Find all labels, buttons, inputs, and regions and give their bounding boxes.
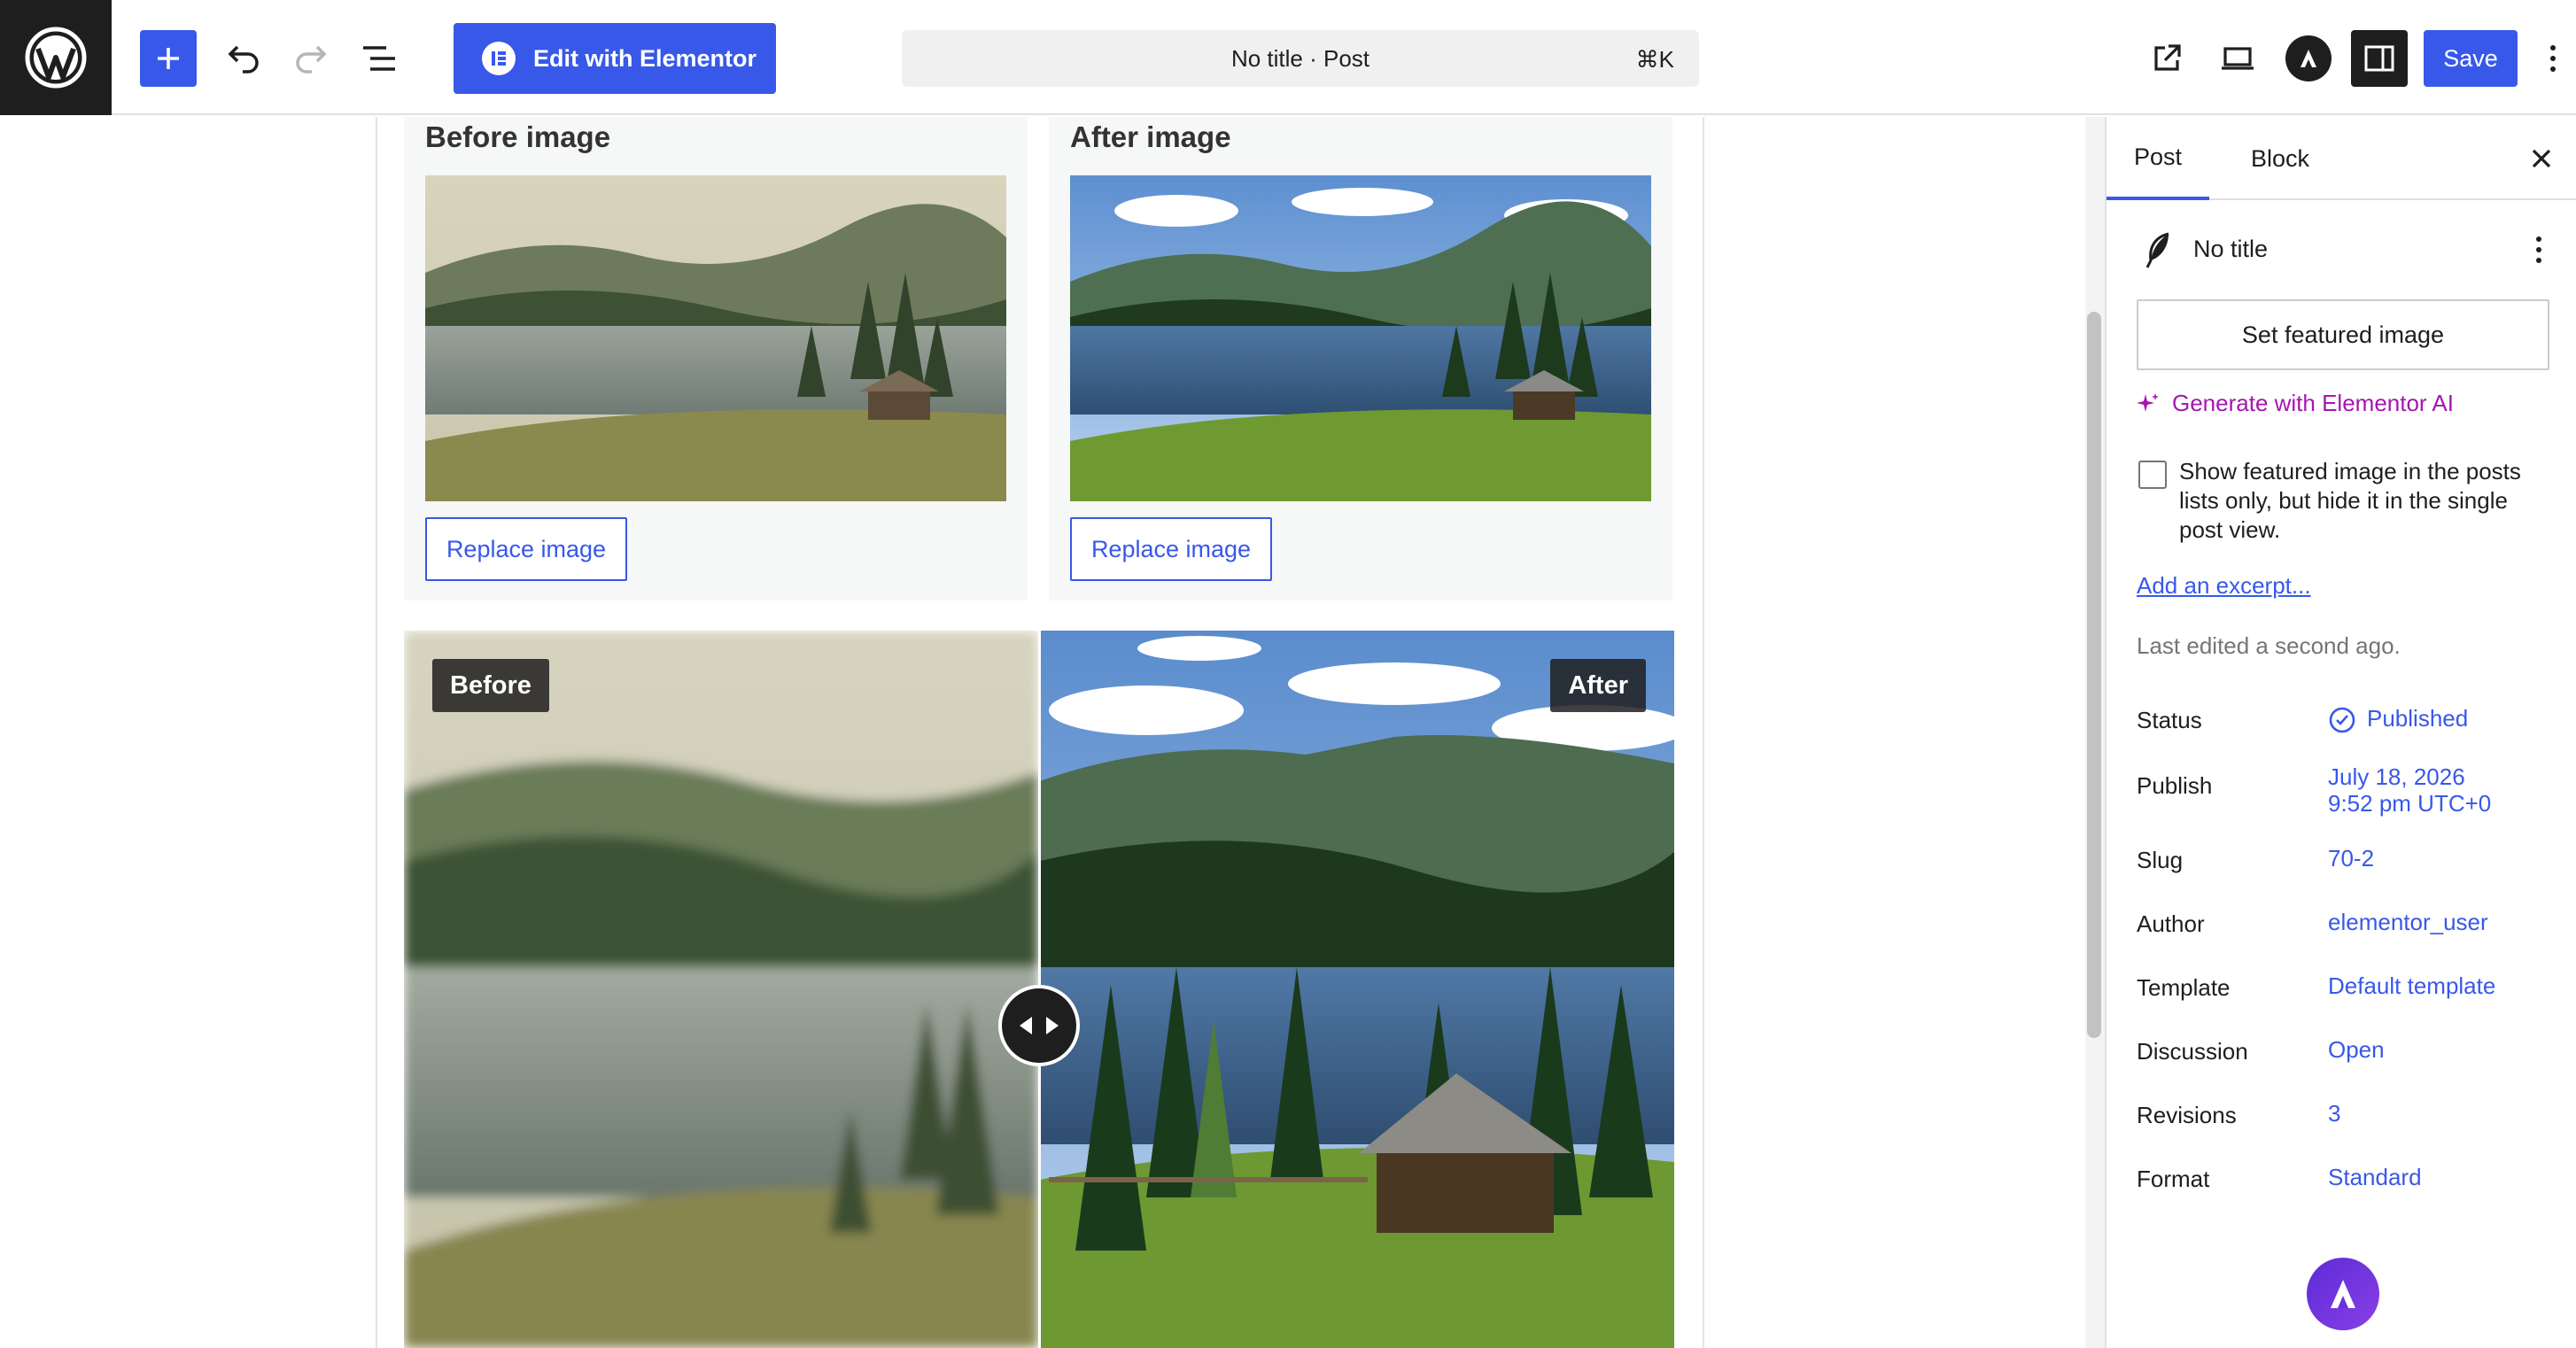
publish-date-value[interactable]: July 18, 2026 9:52 pm UTC+0 xyxy=(2328,763,2491,817)
publish-label: Publish xyxy=(2137,772,2213,799)
view-post-button[interactable] xyxy=(2138,30,2195,87)
published-check-icon xyxy=(2329,707,2355,733)
settings-sidebar: Post Block No title Set featured image G… xyxy=(2105,117,2576,1348)
plus-icon xyxy=(158,48,179,69)
undo-icon xyxy=(228,45,259,74)
generate-ai-label: Generate with Elementor AI xyxy=(2172,390,2454,416)
comparison-slider-handle[interactable] xyxy=(998,985,1080,1066)
document-title: No title · Post xyxy=(1230,44,1370,72)
before-image-heading: Before image xyxy=(425,120,611,153)
astra-floating-button[interactable] xyxy=(2307,1258,2379,1330)
before-label-tag: Before xyxy=(432,659,549,712)
sidebar-toggle-icon xyxy=(2364,45,2394,72)
redo-button[interactable] xyxy=(282,30,338,87)
discussion-value[interactable]: Open xyxy=(2328,1036,2385,1063)
wordpress-logo-button[interactable] xyxy=(0,0,112,115)
editor-scrollbar-thumb[interactable] xyxy=(2087,312,2101,1038)
featured-image-checkbox-label: Show featured image in the posts lists o… xyxy=(2179,458,2521,543)
format-value[interactable]: Standard xyxy=(2328,1164,2422,1190)
replace-before-image-button[interactable]: Replace image xyxy=(425,517,627,581)
after-label-tag: After xyxy=(1550,659,1646,712)
last-edited-text: Last edited a second ago. xyxy=(2137,632,2401,659)
sparkle-icon xyxy=(2137,392,2159,412)
arrows-horizontal-icon xyxy=(1020,1017,1059,1034)
after-image-heading: After image xyxy=(1070,120,1231,153)
settings-sidebar-toggle[interactable] xyxy=(2351,30,2408,87)
command-shortcut: ⌘K xyxy=(1635,46,1674,73)
replace-after-image-button[interactable]: Replace image xyxy=(1070,517,1272,581)
comparison-before-image xyxy=(404,631,1038,1348)
before-image-thumbnail[interactable] xyxy=(425,175,1006,501)
after-image-thumbnail[interactable] xyxy=(1070,175,1651,501)
document-overview-icon xyxy=(363,46,395,71)
editor-header: Edit with Elementor No title · Post ⌘K S… xyxy=(0,0,2576,115)
elementor-icon xyxy=(482,42,516,75)
slug-label: Slug xyxy=(2137,847,2184,873)
edit-with-elementor-button[interactable]: Edit with Elementor xyxy=(454,23,776,94)
save-button[interactable]: Save xyxy=(2424,30,2518,87)
revisions-value[interactable]: 3 xyxy=(2328,1100,2340,1127)
author-value[interactable]: elementor_user xyxy=(2328,909,2488,935)
template-label: Template xyxy=(2137,974,2231,1001)
elementor-button-label: Edit with Elementor xyxy=(533,44,757,72)
comparison-after-image xyxy=(1040,631,1674,1348)
status-label: Status xyxy=(2137,707,2202,733)
close-sidebar-button[interactable] xyxy=(2521,138,2562,179)
add-excerpt-link[interactable]: Add an excerpt... xyxy=(2137,572,2311,600)
astra-settings-button[interactable] xyxy=(2285,35,2332,81)
set-featured-image-button[interactable]: Set featured image xyxy=(2137,299,2549,370)
external-link-icon xyxy=(2154,44,2181,71)
author-label: Author xyxy=(2137,910,2205,937)
before-after-comparison[interactable]: Before After xyxy=(404,631,1674,1348)
post-title-summary: No title xyxy=(2193,236,2269,262)
revisions-label: Revisions xyxy=(2137,1102,2237,1128)
tab-block[interactable]: Block xyxy=(2236,117,2324,200)
add-block-button[interactable] xyxy=(140,30,197,87)
post-feather-icon xyxy=(2145,232,2169,268)
more-vertical-icon xyxy=(2550,45,2556,72)
post-actions-more-icon[interactable] xyxy=(2521,232,2557,267)
editor-canvas-area: Before image Replace image After image R… xyxy=(0,117,2105,1348)
before-image-panel: Before image Replace image xyxy=(404,117,1028,600)
after-image-panel: After image Replace image xyxy=(1049,117,1672,600)
tab-post[interactable]: Post xyxy=(2107,117,2209,200)
close-icon xyxy=(2532,149,2551,168)
undo-button[interactable] xyxy=(216,30,273,87)
wordpress-icon xyxy=(25,27,87,89)
status-value-text: Published xyxy=(2367,705,2469,732)
slug-value[interactable]: 70-2 xyxy=(2328,845,2374,872)
options-menu-button[interactable] xyxy=(2535,30,2571,87)
sidebar-tabs: Post Block xyxy=(2107,117,2576,200)
format-label: Format xyxy=(2137,1166,2210,1192)
preview-device-button[interactable] xyxy=(2209,30,2266,87)
desktop-preview-icon xyxy=(2222,47,2254,70)
document-overview-button[interactable] xyxy=(351,30,407,87)
generate-with-elementor-ai-link[interactable]: Generate with Elementor AI xyxy=(2137,390,2454,417)
status-value[interactable]: Published xyxy=(2328,705,2468,734)
featured-image-only-in-lists-checkbox[interactable] xyxy=(2138,461,2167,489)
template-value[interactable]: Default template xyxy=(2328,972,2495,999)
discussion-label: Discussion xyxy=(2137,1038,2248,1065)
command-palette-bar[interactable]: No title · Post ⌘K xyxy=(902,30,1699,87)
redo-icon xyxy=(296,45,327,74)
astra-icon xyxy=(2301,50,2316,67)
astra-logo-icon xyxy=(2331,1280,2355,1308)
